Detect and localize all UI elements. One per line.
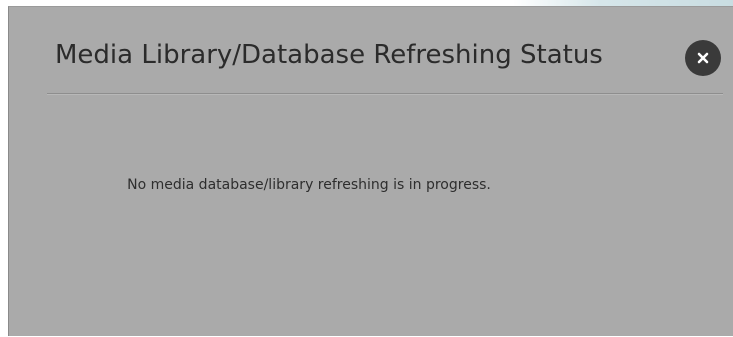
page: Media Library/Database Refreshing Status… [0,0,733,337]
status-message: No media database/library refreshing is … [127,177,491,193]
title-divider [47,93,723,95]
close-button[interactable] [685,40,721,76]
refresh-status-dialog: Media Library/Database Refreshing Status… [8,6,733,336]
close-icon [696,51,710,65]
dialog-title: Media Library/Database Refreshing Status [55,40,603,70]
